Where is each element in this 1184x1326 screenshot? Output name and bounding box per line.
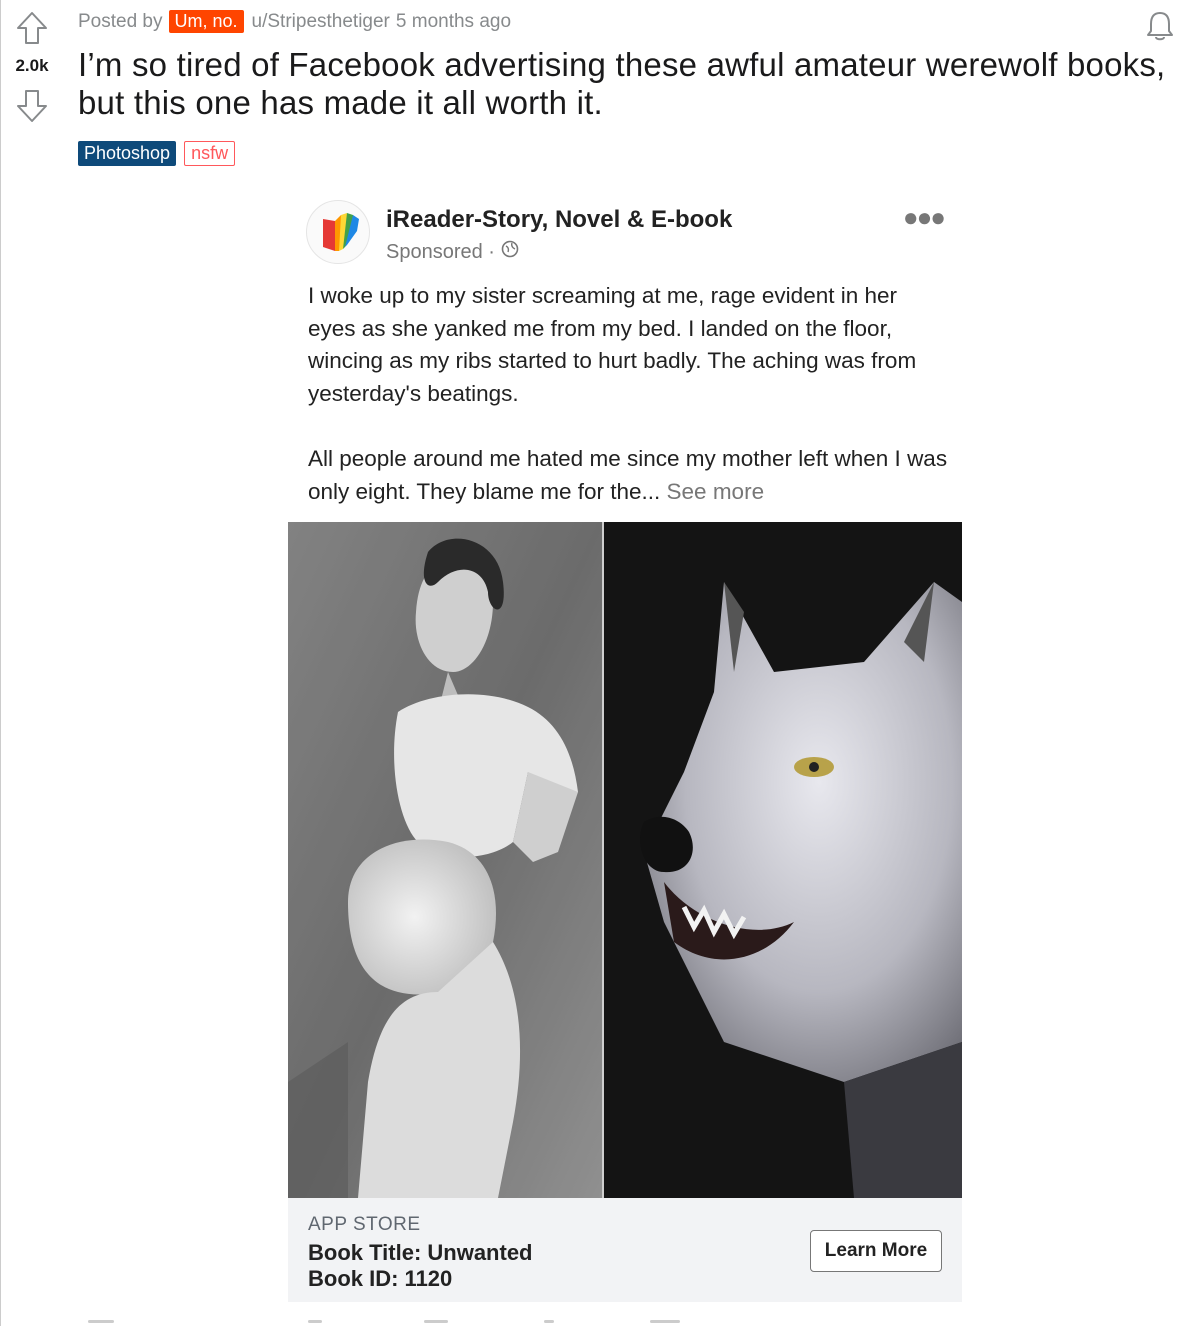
facebook-ad-screenshot[interactable]: iReader-Story, Novel & E-book Sponsored … <box>288 184 962 1302</box>
post-title[interactable]: I’m so tired of Facebook advertising the… <box>78 46 1178 122</box>
sponsored-text: Sponsored · <box>386 240 495 263</box>
left-border <box>0 0 1 1326</box>
post-meta: Posted by Um, no. u/Stripesthetiger 5 mo… <box>78 10 511 33</box>
nsfw-badge: nsfw <box>184 141 236 166</box>
downvote-icon[interactable] <box>14 88 50 124</box>
book-id: Book ID: 1120 <box>308 1266 453 1291</box>
post-time[interactable]: 5 months ago <box>396 11 511 33</box>
see-more-link[interactable]: See more <box>667 479 765 504</box>
ad-footer: APP STORE Book Title: Unwanted Book ID: … <box>288 1198 962 1302</box>
ad-paragraph-1: I woke up to my sister screaming at me, … <box>308 283 917 406</box>
ad-image[interactable] <box>288 522 962 1198</box>
post-actions-cut-off <box>80 1316 720 1326</box>
vote-score: 2.0k <box>15 56 49 75</box>
post-flairs: Photoshop nsfw <box>78 141 236 166</box>
sponsored-label: Sponsored · <box>386 240 519 264</box>
woman-photo <box>288 522 602 1198</box>
upvote-icon[interactable] <box>14 10 50 46</box>
user-flair: Um, no. <box>168 10 244 33</box>
learn-more-button[interactable]: Learn More <box>810 1230 942 1272</box>
globe-icon <box>501 240 519 264</box>
ad-body: I woke up to my sister screaming at me, … <box>308 280 948 508</box>
ad-paragraph-2-text: All people around me hated me since my m… <box>308 446 948 504</box>
ad-page-name[interactable]: iReader-Story, Novel & E-book <box>386 206 732 234</box>
more-icon[interactable]: ●●● <box>903 202 946 233</box>
app-store-label: APP STORE <box>308 1214 421 1235</box>
ad-paragraph-2: All people around me hated me since my m… <box>308 443 948 508</box>
book-title: Book Title: Unwanted <box>308 1240 533 1265</box>
bell-icon[interactable] <box>1142 8 1178 44</box>
wolf-photo <box>604 522 962 1198</box>
ireader-logo-icon <box>306 200 370 264</box>
author-link[interactable]: u/Stripesthetiger <box>252 11 390 33</box>
flair-photoshop[interactable]: Photoshop <box>78 141 177 166</box>
posted-by-label: Posted by <box>78 10 163 32</box>
